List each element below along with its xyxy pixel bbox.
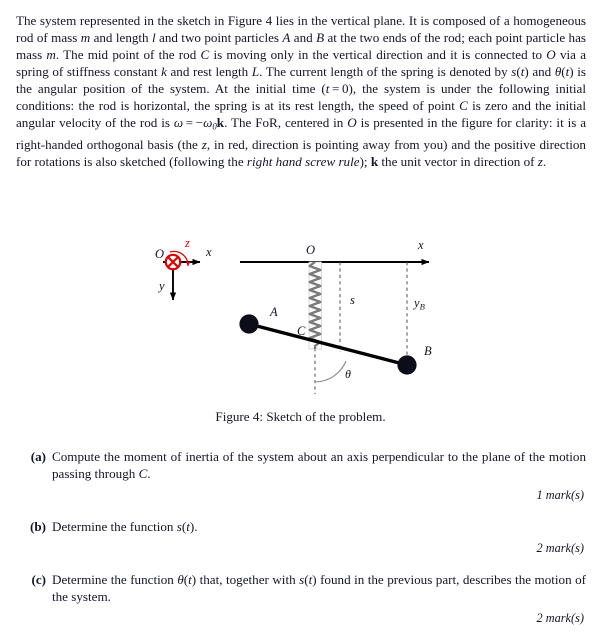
particle-a xyxy=(239,314,259,334)
main-x-label: x xyxy=(417,238,424,252)
question-a-marks: 1 mark(s) xyxy=(536,488,584,503)
rod xyxy=(247,322,409,367)
question-item-a: (a) Compute the moment of inertia of the… xyxy=(16,448,586,482)
main-origin-label: O xyxy=(306,243,315,257)
spring-length-label: s xyxy=(350,293,355,307)
question-b-label: (b) xyxy=(29,519,46,535)
questions-list: (a) Compute the moment of inertia of the… xyxy=(16,448,586,641)
main-sketch: O x s yB θ A B C xyxy=(239,238,432,394)
particle-b xyxy=(397,355,417,375)
yb-label: yB xyxy=(412,296,426,312)
particle-b-label: B xyxy=(424,344,432,358)
question-b-text: Determine the function s(t). xyxy=(52,519,198,535)
document-page: The system represented in the sketch in … xyxy=(0,0,601,631)
question-c-label: (c) xyxy=(31,572,46,588)
question-item-b: (b) Determine the function s(t). xyxy=(16,518,586,535)
question-b-marks: 2 mark(s) xyxy=(536,541,584,556)
particle-a-label: A xyxy=(269,305,278,319)
for-z-label: z xyxy=(184,236,190,250)
figure-sketch: O z x y O x s yB θ A B C xyxy=(0,222,601,397)
question-c-text: Determine the function θ(t) that, togeth… xyxy=(52,572,587,605)
figure-caption: Figure 4: Sketch of the problem. xyxy=(215,409,386,424)
theta-label: θ xyxy=(345,367,351,381)
for-origin-label: O xyxy=(155,247,164,261)
spring xyxy=(308,261,322,350)
for-y-label: y xyxy=(157,279,165,293)
question-a-label: (a) xyxy=(30,449,46,464)
question-c-marks: 2 mark(s) xyxy=(536,611,584,626)
question-item-c: (c) Determine the function θ(t) that, to… xyxy=(16,571,586,605)
for-x-label: x xyxy=(205,245,212,259)
problem-statement: The system represented in the sketch in … xyxy=(16,12,586,170)
frame-of-reference: O z x y xyxy=(155,236,212,301)
theta-arc xyxy=(314,360,347,383)
midpoint-c-label: C xyxy=(297,324,306,338)
problem-statement-text: The system represented in the sketch in … xyxy=(16,13,587,169)
question-a-text: Compute the moment of inertia of the sys… xyxy=(52,449,586,482)
